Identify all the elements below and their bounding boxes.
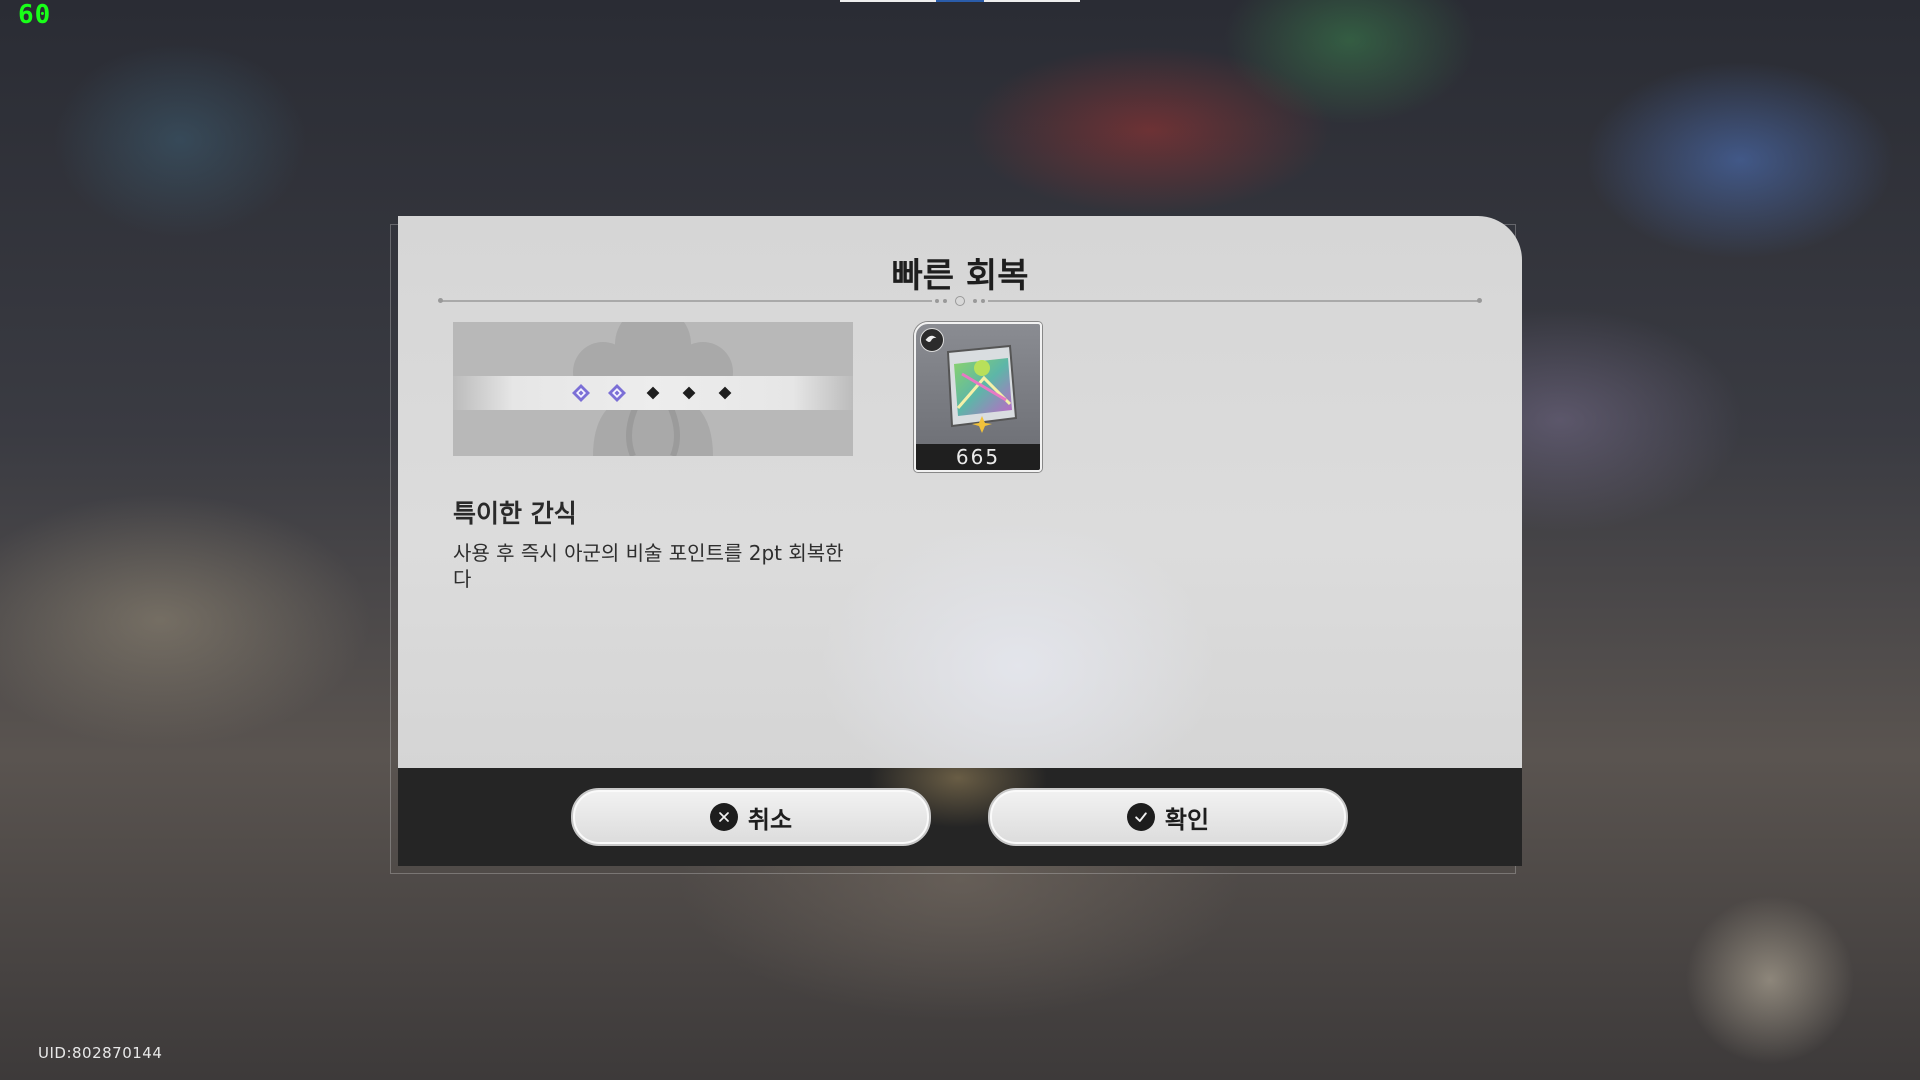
skill-point-filled-icon (571, 383, 591, 403)
skill-point-empty-icon (679, 383, 699, 403)
skill-point-empty-icon (715, 383, 735, 403)
confirm-button[interactable]: 확인 (988, 788, 1348, 846)
confirm-button-label: 확인 (1164, 805, 1210, 834)
close-icon (709, 803, 738, 831)
title-divider (438, 294, 1482, 308)
checkmark-icon (1126, 803, 1155, 831)
item-name: 특이한 간식 (453, 499, 577, 528)
top-progress-bar (840, 0, 1080, 2)
dialog-title: 빠른 회복 (891, 256, 1029, 296)
dialog-footer: 취소 확인 (398, 768, 1522, 866)
skill-point-pips (453, 376, 853, 410)
quick-recovery-dialog: 빠른 회복 특이한 간식 사용 후 즉시 아군의 비술 포인트를 2pt 회복한… (398, 216, 1522, 866)
item-card[interactable]: 665 (914, 322, 1042, 472)
skill-point-filled-icon (607, 383, 627, 403)
cancel-button-label: 취소 (747, 805, 793, 834)
snack-pack-icon (946, 344, 1018, 433)
player-uid: UID:802870144 (38, 1044, 163, 1062)
item-description: 사용 후 즉시 아군의 비술 포인트를 2pt 회복한다 (453, 541, 844, 591)
cancel-button[interactable]: 취소 (571, 788, 931, 846)
fps-counter: 60 (18, 0, 52, 30)
skill-point-banner (453, 322, 853, 456)
item-count: 665 (916, 444, 1040, 470)
skill-point-empty-icon (643, 383, 663, 403)
